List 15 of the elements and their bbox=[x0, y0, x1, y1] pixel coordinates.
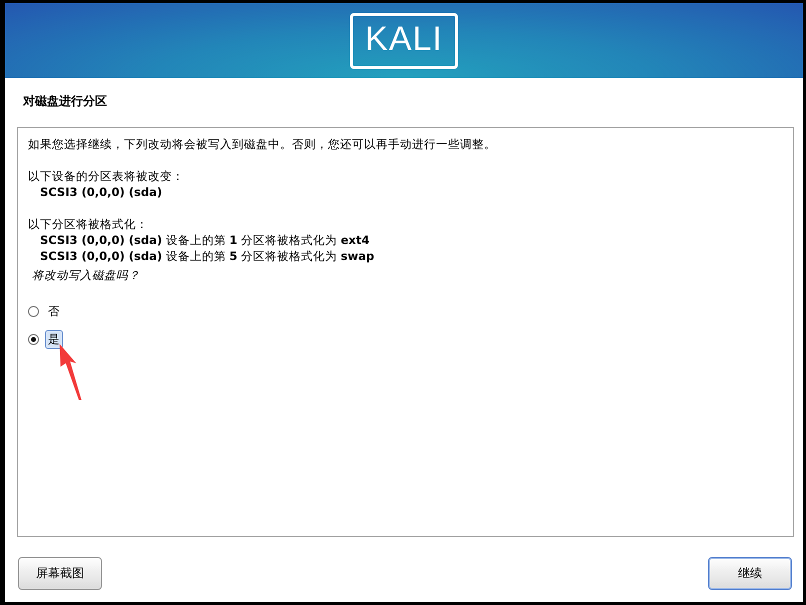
radio-button[interactable] bbox=[28, 306, 39, 316]
section-heading: 以下设备的分区表将被改变： bbox=[28, 168, 185, 184]
question-text: 将改动写入磁盘吗？ bbox=[31, 267, 141, 283]
radio-button[interactable] bbox=[28, 334, 39, 344]
section-heading: 以下分区将被格式化： bbox=[28, 216, 149, 232]
change-item: SCSI3 (0,0,0) (sda) bbox=[39, 184, 164, 200]
continue-button[interactable]: 继续 bbox=[708, 557, 792, 590]
kali-logo: KALI bbox=[350, 12, 458, 68]
option-label[interactable]: 否 bbox=[45, 302, 63, 320]
screenshot-button[interactable]: 屏幕截图 bbox=[18, 557, 102, 590]
page-title: 对磁盘进行分区 bbox=[22, 93, 108, 110]
intro-text: 如果您选择继续，下列改动将会被写入到磁盘中。否则，您还可以再手动进行一些调整。 bbox=[28, 136, 497, 152]
change-item: SCSI3 (0,0,0) (sda) 设备上的第 1 分区将被格式化为 ext4 bbox=[39, 232, 370, 248]
option-label[interactable]: 是 bbox=[45, 330, 63, 348]
change-item: SCSI3 (0,0,0) (sda) 设备上的第 5 分区将被格式化为 swap bbox=[39, 248, 376, 264]
